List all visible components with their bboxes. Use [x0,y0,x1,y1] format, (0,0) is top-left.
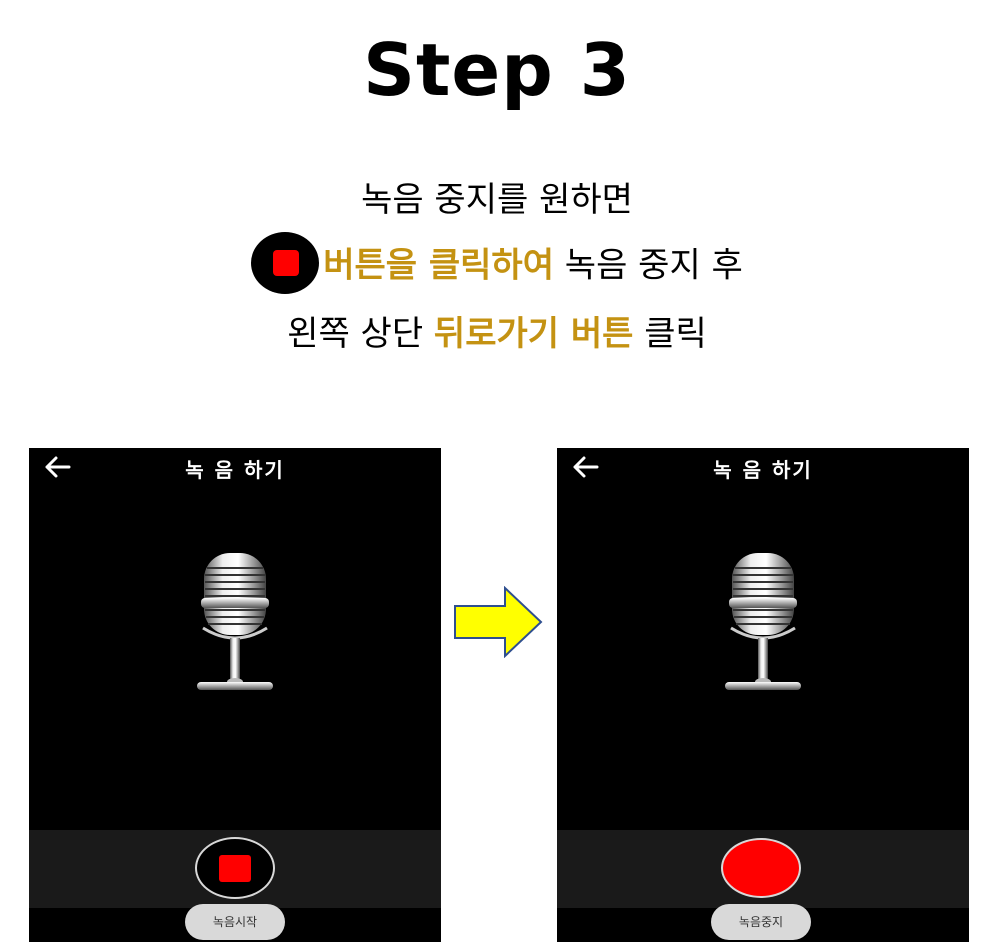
record-stop-label-button[interactable]: 녹음중지 [711,904,811,940]
phone-screen-recording: 녹 음 하기 녹음시작 [29,448,441,942]
microphone-icon [197,553,273,690]
instruction-highlight-back: 뒤로가기 버튼 [433,314,634,354]
record-start-label-button[interactable]: 녹음시작 [185,904,285,940]
instruction-line-3: 왼쪽 상단 뒤로가기 버튼 클릭 [0,306,994,355]
instruction-line-1: 녹음 중지를 원하면 [361,180,633,220]
instruction-line-2: 버튼을 클릭하여 녹음 중지 후 [0,232,994,298]
instruction-line-3-post: 클릭 [633,314,707,354]
page-title: Step 3 [363,28,631,112]
instruction-highlight-click: 버튼을 클릭하여 [323,245,554,286]
record-button-stopped[interactable] [721,838,801,898]
screen-title: 녹 음 하기 [713,458,813,482]
microphone-icon [725,553,801,690]
screen-title: 녹 음 하기 [185,458,285,482]
stop-square-icon [219,855,251,882]
instruction-line-2-rest: 녹음 중지 후 [553,245,743,286]
right-arrow-icon [454,586,543,658]
stop-button-illustration-icon [251,232,320,294]
phone-screen-stopped: 녹 음 하기 녹음중지 [557,448,969,942]
stop-record-button[interactable] [195,837,275,899]
instruction-line-3-pre: 왼쪽 상단 [287,314,434,354]
